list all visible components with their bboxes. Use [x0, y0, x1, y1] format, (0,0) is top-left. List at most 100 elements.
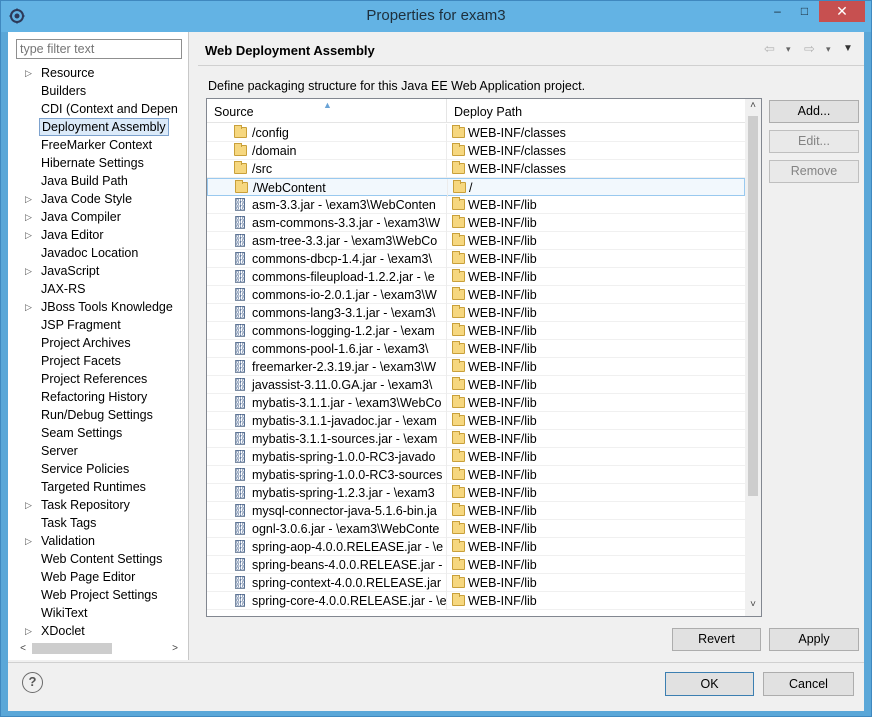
table-row[interactable]: 010 010 010 freemarker-2.3.19.jar - \exam3\… — [207, 358, 745, 376]
expand-arrow-icon[interactable]: ▷ — [25, 532, 35, 550]
tree-item[interactable]: WikiText — [8, 604, 188, 622]
table-row[interactable]: 010 010 010 spring-aop-4.0.0.RELEASE.jar - … — [207, 538, 745, 556]
scroll-up-icon[interactable]: ˄ — [745, 100, 761, 111]
tree-item[interactable]: Seam Settings — [8, 424, 188, 442]
table-row[interactable]: 010 010 010 commons-io-2.0.1.jar - \exam3\W… — [207, 286, 745, 304]
tree-item-label: WikiText — [41, 606, 88, 620]
tree-item[interactable]: ▷ Java Compiler — [8, 208, 188, 226]
table-row[interactable]: /WebContent / — [207, 178, 745, 197]
tree-item[interactable]: Project References — [8, 370, 188, 388]
table-row[interactable]: 010 010 010 mysql-connector-java-5.1.6-bin.… — [207, 502, 745, 520]
apply-button[interactable]: Apply — [769, 628, 859, 651]
table-row[interactable]: 010 010 010 mybatis-spring-1.0.0-RC3-source… — [207, 466, 745, 484]
expand-arrow-icon[interactable]: ▷ — [25, 208, 35, 226]
tree-item[interactable]: ▷ Resource — [8, 64, 188, 82]
tree-item[interactable]: Project Archives — [8, 334, 188, 352]
jar-icon: 010 010 010 — [235, 360, 246, 374]
table-row[interactable]: /domain WEB-INF/classes — [207, 142, 745, 160]
help-icon[interactable]: ? — [22, 672, 43, 693]
expand-arrow-icon[interactable]: ▷ — [25, 226, 35, 244]
add-button[interactable]: Add... — [769, 100, 859, 123]
jar-icon: 010 010 010 — [235, 486, 246, 500]
table-row[interactable]: 010 010 010 mybatis-3.1.1.jar - \exam3\WebC… — [207, 394, 745, 412]
scroll-left-icon[interactable]: < — [16, 640, 30, 657]
tree-item[interactable]: Web Page Editor — [8, 568, 188, 586]
tree-item[interactable]: ▷ JavaScript — [8, 262, 188, 280]
tree-item[interactable]: CDI (Context and Depen — [8, 100, 188, 118]
tree-item[interactable]: FreeMarker Context — [8, 136, 188, 154]
tree-item[interactable]: Service Policies — [8, 460, 188, 478]
tree-item[interactable]: Task Tags — [8, 514, 188, 532]
forward-arrow-icon[interactable]: ⇨ — [804, 41, 815, 57]
tree-item[interactable]: Project Facets — [8, 352, 188, 370]
expand-arrow-icon[interactable]: ▷ — [25, 622, 35, 638]
expand-arrow-icon[interactable]: ▷ — [25, 64, 35, 82]
tree-horizontal-scrollbar[interactable]: < > — [16, 640, 182, 657]
table-row[interactable]: 010 010 010 commons-logging-1.2.jar - \exam… — [207, 322, 745, 340]
column-header-deploy-path[interactable]: Deploy Path — [447, 99, 745, 123]
revert-button[interactable]: Revert — [672, 628, 761, 651]
tree-item[interactable]: JAX-RS — [8, 280, 188, 298]
tree-item[interactable]: ▷ JBoss Tools Knowledge — [8, 298, 188, 316]
table-row[interactable]: 010 010 010 spring-core-4.0.0.RELEASE.jar -… — [207, 592, 745, 610]
scroll-right-icon[interactable]: > — [168, 640, 182, 657]
table-row[interactable]: 010 010 010 spring-beans-4.0.0.RELEASE.jar … — [207, 556, 745, 574]
cancel-button[interactable]: Cancel — [763, 672, 854, 696]
tree-item[interactable]: JSP Fragment — [8, 316, 188, 334]
table-row[interactable]: 010 010 010 commons-pool-1.6.jar - \exam3\ W… — [207, 340, 745, 358]
table-row[interactable]: 010 010 010 commons-lang3-3.1.jar - \exam3\… — [207, 304, 745, 322]
table-row[interactable]: 010 010 010 asm-3.3.jar - \exam3\WebConten W… — [207, 196, 745, 214]
maximize-button[interactable]: □ — [791, 1, 818, 22]
tree-item[interactable]: Builders — [8, 82, 188, 100]
title-bar[interactable]: Properties for exam3 – □ ✕ — [1, 1, 871, 32]
table-row[interactable]: /src WEB-INF/classes — [207, 160, 745, 178]
tree-item[interactable]: ▷ Java Code Style — [8, 190, 188, 208]
back-arrow-icon[interactable]: ⇦ — [764, 41, 775, 57]
view-menu-icon[interactable]: ▼ — [843, 43, 853, 54]
tree-item[interactable]: ▷ XDoclet — [8, 622, 188, 638]
close-button[interactable]: ✕ — [819, 1, 865, 22]
minimize-button[interactable]: – — [764, 1, 791, 22]
back-menu-icon[interactable]: ▾ — [786, 44, 791, 55]
table-row[interactable]: 010 010 010 ognl-3.0.6.jar - \exam3\WebCont… — [207, 520, 745, 538]
table-row[interactable]: 010 010 010 mybatis-spring-1.2.3.jar - \exa… — [207, 484, 745, 502]
expand-arrow-icon[interactable]: ▷ — [25, 496, 35, 514]
column-header-source[interactable]: Source ▲ — [207, 99, 447, 123]
table-row[interactable]: /config WEB-INF/classes — [207, 124, 745, 142]
scroll-thumb[interactable] — [748, 116, 758, 496]
expand-arrow-icon[interactable]: ▷ — [25, 262, 35, 280]
table-row[interactable]: 010 010 010 spring-context-4.0.0.RELEASE.ja… — [207, 574, 745, 592]
scroll-thumb[interactable] — [32, 643, 112, 654]
expand-arrow-icon[interactable]: ▷ — [25, 190, 35, 208]
tree-item[interactable]: Targeted Runtimes — [8, 478, 188, 496]
forward-menu-icon[interactable]: ▾ — [826, 44, 831, 55]
edit-button[interactable]: Edit... — [769, 130, 859, 153]
tree-item[interactable]: Java Build Path — [8, 172, 188, 190]
table-row[interactable]: 010 010 010 commons-dbcp-1.4.jar - \exam3\ W… — [207, 250, 745, 268]
expand-arrow-icon[interactable]: ▷ — [25, 298, 35, 316]
table-row[interactable]: 010 010 010 commons-fileupload-1.2.2.jar - … — [207, 268, 745, 286]
tree-item[interactable]: Deployment Assembly — [8, 118, 188, 136]
tree-item[interactable]: Hibernate Settings — [8, 154, 188, 172]
ok-button[interactable]: OK — [665, 672, 754, 696]
table-row[interactable]: 010 010 010 asm-commons-3.3.jar - \exam3\W W… — [207, 214, 745, 232]
table-row[interactable]: 010 010 010 javassist-3.11.0.GA.jar - \exam… — [207, 376, 745, 394]
tree-item[interactable]: ▷ Java Editor — [8, 226, 188, 244]
scroll-down-icon[interactable]: ˅ — [745, 599, 761, 610]
tree-item[interactable]: Server — [8, 442, 188, 460]
table-row[interactable]: 010 010 010 mybatis-spring-1.0.0-RC3-javado… — [207, 448, 745, 466]
tree-item[interactable]: Javadoc Location — [8, 244, 188, 262]
tree-item[interactable]: Web Content Settings — [8, 550, 188, 568]
tree-item[interactable]: Run/Debug Settings — [8, 406, 188, 424]
filter-input[interactable] — [16, 39, 182, 59]
source-cell: 010 010 010 mybatis-spring-1.2.3.jar - \exa… — [207, 484, 447, 502]
tree-item[interactable]: ▷ Task Repository — [8, 496, 188, 514]
tree-item[interactable]: Refactoring History — [8, 388, 188, 406]
table-vertical-scrollbar[interactable]: ˄ ˅ — [745, 99, 761, 616]
table-row[interactable]: 010 010 010 asm-tree-3.3.jar - \exam3\WebCo… — [207, 232, 745, 250]
remove-button[interactable]: Remove — [769, 160, 859, 183]
tree-item[interactable]: ▷ Validation — [8, 532, 188, 550]
table-row[interactable]: 010 010 010 mybatis-3.1.1-sources.jar - \ex… — [207, 430, 745, 448]
tree-item[interactable]: Web Project Settings — [8, 586, 188, 604]
table-row[interactable]: 010 010 010 mybatis-3.1.1-javadoc.jar - \ex… — [207, 412, 745, 430]
